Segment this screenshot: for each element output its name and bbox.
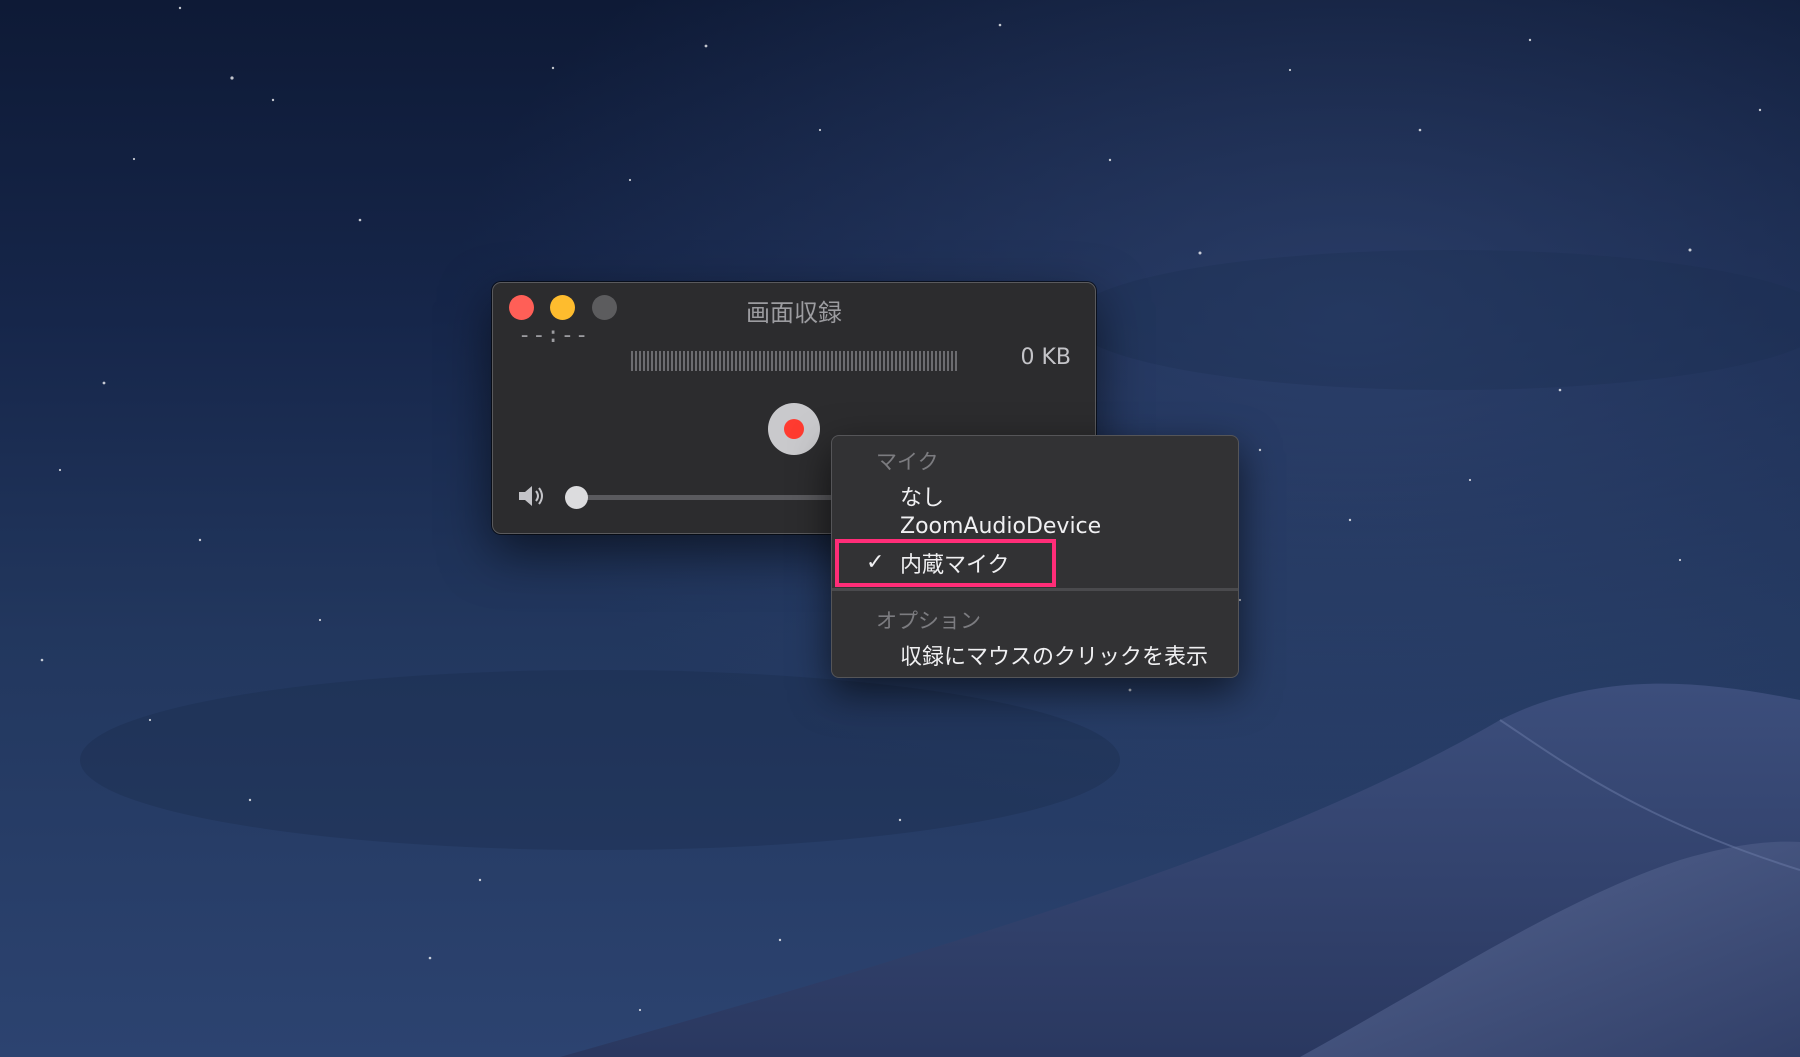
record-button[interactable] — [768, 403, 820, 455]
speaker-icon — [519, 486, 543, 506]
elapsed-time: --:-- — [518, 323, 590, 348]
volume-knob[interactable] — [565, 486, 588, 509]
menu-section-microphone: マイク — [876, 450, 939, 474]
menu-separator — [832, 588, 1238, 591]
file-size: 0 KB — [1020, 345, 1071, 370]
record-dot-icon — [784, 419, 804, 439]
menu-item-zoom-audio-device[interactable]: ZoomAudioDevice — [900, 514, 1101, 539]
menu-section-options: オプション — [876, 609, 981, 633]
menu-item-none[interactable]: なし — [900, 480, 944, 512]
audio-level-meter — [631, 351, 959, 371]
options-menu: マイク なし ZoomAudioDevice ✓ 内蔵マイク オプション 収録に… — [831, 435, 1239, 678]
menu-item-show-mouse-clicks[interactable]: 収録にマウスのクリックを表示 — [900, 639, 1208, 671]
highlight-annotation — [835, 539, 1056, 587]
